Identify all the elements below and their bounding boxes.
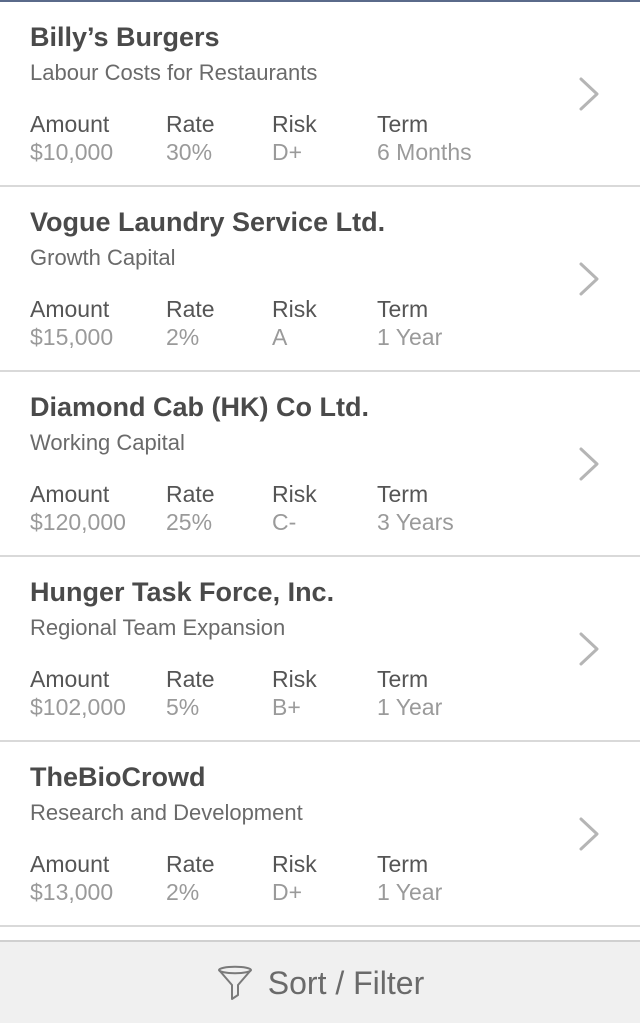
amount-field: Amount $10,000 (30, 110, 113, 166)
term-label: Term (377, 851, 429, 877)
amount-value: $120,000 (30, 509, 126, 535)
rate-label: Rate (166, 481, 215, 507)
amount-field: Amount $13,000 (30, 850, 113, 906)
risk-label: Risk (272, 111, 317, 137)
loan-name: Diamond Cab (HK) Co Ltd. (30, 392, 369, 422)
amount-value: $10,000 (30, 139, 114, 165)
term-value: 1 Year (377, 324, 443, 350)
loan-list-screen: Billy’s Burgers Labour Costs for Restaur… (0, 0, 640, 1023)
loan-list[interactable]: Billy’s Burgers Labour Costs for Restaur… (0, 2, 640, 940)
amount-field: Amount $120,000 (30, 480, 126, 536)
amount-value: $102,000 (30, 694, 126, 720)
loan-purpose: Growth Capital (30, 245, 176, 270)
rate-value: 2% (166, 879, 200, 905)
term-field: Term 3 Years (377, 480, 454, 536)
chevron-right-icon[interactable] (577, 631, 601, 667)
amount-field: Amount $102,000 (30, 665, 126, 721)
term-field: Term 6 Months (377, 110, 472, 166)
amount-label: Amount (30, 851, 110, 877)
term-label: Term (377, 666, 429, 692)
amount-label: Amount (30, 296, 110, 322)
risk-field: Risk D+ (272, 110, 317, 166)
term-value: 1 Year (377, 694, 443, 720)
loan-purpose: Regional Team Expansion (30, 615, 286, 640)
risk-value: C- (272, 509, 297, 535)
term-label: Term (377, 481, 429, 507)
rate-field: Rate 25% (166, 480, 215, 536)
risk-field: Risk A (272, 295, 317, 351)
rate-value: 2% (166, 324, 200, 350)
risk-value: D+ (272, 139, 303, 165)
loan-name: Vogue Laundry Service Ltd. (30, 207, 386, 237)
risk-value: B+ (272, 694, 301, 720)
term-label: Term (377, 111, 429, 137)
rate-field: Rate 2% (166, 295, 215, 351)
risk-label: Risk (272, 296, 317, 322)
risk-label: Risk (272, 481, 317, 507)
amount-label: Amount (30, 481, 110, 507)
risk-label: Risk (272, 851, 317, 877)
chevron-right-icon[interactable] (577, 76, 601, 112)
amount-label: Amount (30, 666, 110, 692)
loan-card[interactable]: Diamond Cab (HK) Co Ltd. Working Capital… (0, 372, 640, 557)
risk-label: Risk (272, 666, 317, 692)
term-field: Term 1 Year (377, 295, 442, 351)
rate-label: Rate (166, 296, 215, 322)
rate-label: Rate (166, 666, 215, 692)
risk-field: Risk D+ (272, 850, 317, 906)
term-label: Term (377, 296, 429, 322)
loan-name: Hunger Task Force, Inc. (30, 577, 335, 607)
rate-value: 25% (166, 509, 213, 535)
term-value: 3 Years (377, 509, 454, 535)
rate-field: Rate 30% (166, 110, 215, 166)
term-field: Term 1 Year (377, 665, 442, 721)
loan-card[interactable]: Vogue Laundry Service Ltd. Growth Capita… (0, 187, 640, 372)
chevron-right-icon[interactable] (577, 261, 601, 297)
amount-value: $15,000 (30, 324, 114, 350)
term-value: 6 Months (377, 139, 472, 165)
rate-label: Rate (166, 851, 215, 877)
amount-label: Amount (30, 111, 110, 137)
loan-card[interactable]: TheBioCrowd Research and Development Amo… (0, 742, 640, 927)
rate-value: 30% (166, 139, 213, 165)
loan-name: TheBioCrowd (30, 762, 206, 792)
amount-value: $13,000 (30, 879, 114, 905)
risk-value: D+ (272, 879, 303, 905)
risk-field: Risk B+ (272, 665, 317, 721)
amount-field: Amount $15,000 (30, 295, 113, 351)
loan-purpose: Working Capital (30, 430, 185, 455)
loan-purpose: Labour Costs for Restaurants (30, 60, 318, 85)
loan-name: Billy’s Burgers (30, 22, 220, 52)
rate-field: Rate 2% (166, 850, 215, 906)
rate-label: Rate (166, 111, 215, 137)
sort-filter-label: Sort / Filter (267, 965, 425, 1001)
term-value: 1 Year (377, 879, 443, 905)
chevron-right-icon[interactable] (577, 446, 601, 482)
risk-field: Risk C- (272, 480, 317, 536)
risk-value: A (272, 324, 288, 350)
loan-purpose: Research and Development (30, 800, 303, 825)
loan-card[interactable]: Hunger Task Force, Inc. Regional Team Ex… (0, 557, 640, 742)
rate-field: Rate 5% (166, 665, 215, 721)
funnel-icon (217, 965, 252, 1000)
sort-filter-button[interactable]: Sort / Filter (0, 940, 640, 1023)
term-field: Term 1 Year (377, 850, 442, 906)
loan-card[interactable]: Billy’s Burgers Labour Costs for Restaur… (0, 2, 640, 187)
chevron-right-icon[interactable] (577, 816, 601, 852)
rate-value: 5% (166, 694, 200, 720)
